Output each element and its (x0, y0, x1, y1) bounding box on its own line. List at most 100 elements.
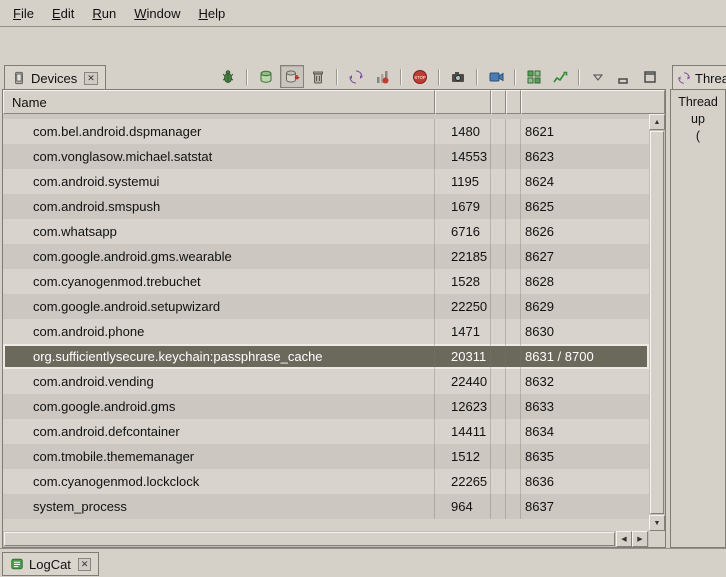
menu-file[interactable]: File (4, 3, 43, 24)
process-name-cell: com.android.defcontainer (3, 419, 435, 444)
table-row[interactable]: system_process9648637 (3, 494, 649, 519)
port-cell: 8629 (521, 294, 649, 319)
menubar: FileEditRunWindowHelp (0, 0, 726, 27)
table-row[interactable]: com.android.smspush1679 8625 (3, 194, 649, 219)
spacer-cell (491, 194, 506, 219)
spacer-cell (506, 119, 521, 144)
spacer-cell (491, 319, 506, 344)
minimize-icon[interactable] (612, 65, 636, 88)
device-icon (12, 71, 26, 85)
ddms-window: FileEditRunWindowHelp Devices ✕ STOP Nam… (0, 0, 726, 577)
table-row[interactable]: com.cyanogenmod.lockclock222658636 (3, 469, 649, 494)
screen-record-icon[interactable] (484, 65, 508, 88)
spacer-cell (506, 169, 521, 194)
pid-cell: 22185 (435, 244, 491, 269)
scroll-left-icon[interactable]: ◀ (616, 531, 632, 547)
table-row[interactable]: com.bel.android.dspmanager14808621 (3, 119, 649, 144)
horizontal-scroll-thumb[interactable] (4, 532, 615, 546)
pid-cell: 12623 (435, 394, 491, 419)
spacer-cell (491, 169, 506, 194)
column-header-name-label: Name (12, 95, 47, 110)
spacer-cell (506, 194, 521, 219)
table-row[interactable]: com.google.android.gms126238633 (3, 394, 649, 419)
port-cell: 8634 (521, 419, 649, 444)
table-row[interactable]: com.cyanogenmod.trebuchet15288628 (3, 269, 649, 294)
process-name-cell: com.tmobile.thememanager (3, 444, 435, 469)
column-header-pid[interactable] (435, 90, 491, 114)
spacer-cell (491, 219, 506, 244)
table-row[interactable]: com.android.phone14718630 (3, 319, 649, 344)
vertical-scroll-thumb[interactable] (650, 131, 664, 514)
port-cell: 8621 (521, 119, 649, 144)
systrace-icon[interactable] (548, 65, 572, 88)
table-row[interactable]: com.vonglasow.michael.satstat145538623 (3, 144, 649, 169)
spacer-cell (506, 419, 521, 444)
spacer-cell (506, 319, 521, 344)
horizontal-scrollbar[interactable]: ◀ ▶ (3, 531, 649, 547)
process-name-cell: com.vonglasow.michael.satstat (3, 144, 435, 169)
toolbar-separator (246, 69, 248, 85)
vertical-scrollbar[interactable]: ▲ ▼ (649, 114, 665, 531)
tab-logcat[interactable]: LogCat ✕ (2, 552, 99, 576)
spacer-cell (506, 394, 521, 419)
menu-run[interactable]: Run (83, 3, 125, 24)
scrollbar-corner (649, 531, 665, 547)
devices-content: Name com.bel.android.dspmanager14808621c… (2, 89, 666, 548)
pid-cell: 1679 (435, 194, 491, 219)
table-row[interactable]: com.tmobile.thememanager15128635 (3, 444, 649, 469)
column-header-name[interactable]: Name (3, 90, 435, 114)
process-name-cell: com.cyanogenmod.trebuchet (3, 269, 435, 294)
process-name-cell: com.whatsapp (3, 219, 435, 244)
table-header: Name (3, 90, 665, 114)
update-heap-icon[interactable] (254, 65, 278, 88)
tab-threads[interactable]: Threa (672, 65, 726, 90)
port-cell: 8625 (521, 194, 649, 219)
close-icon[interactable]: ✕ (84, 72, 98, 85)
table-row-selected[interactable]: org.sufficientlysecure.keychain:passphra… (3, 344, 649, 369)
toolbar-separator (438, 69, 440, 85)
table-row[interactable]: com.google.android.gms.wearable221858627 (3, 244, 649, 269)
table-row[interactable]: com.whatsapp67168626 (3, 219, 649, 244)
maximize-icon[interactable] (638, 65, 662, 88)
column-header-spacer-2[interactable] (506, 90, 521, 114)
port-cell: 8631 / 8700 (521, 344, 649, 369)
column-header-spacer-1[interactable] (491, 90, 506, 114)
spacer-cell (491, 394, 506, 419)
process-name-cell: com.android.smspush (3, 194, 435, 219)
table-row[interactable]: com.google.android.setupwizard222508629 (3, 294, 649, 319)
spacer-cell (506, 444, 521, 469)
debug-icon[interactable] (216, 65, 240, 88)
menu-edit[interactable]: Edit (43, 3, 83, 24)
port-cell: 8632 (521, 369, 649, 394)
cause-gc-icon[interactable] (306, 65, 330, 88)
spacer-cell (491, 244, 506, 269)
capture-view-icon[interactable] (522, 65, 546, 88)
dump-hprof-icon[interactable] (280, 65, 304, 88)
toolbar-separator (476, 69, 478, 85)
port-cell: 8637 (521, 494, 649, 519)
spacer-cell (506, 269, 521, 294)
port-cell: 8630 (521, 319, 649, 344)
menu-window[interactable]: Window (125, 3, 189, 24)
update-threads-icon[interactable] (344, 65, 368, 88)
table-row[interactable]: com.android.systemui11958624 (3, 169, 649, 194)
spacer-cell (506, 294, 521, 319)
view-menu-icon[interactable] (586, 65, 610, 88)
scroll-right-icon[interactable]: ▶ (632, 531, 648, 547)
table-row[interactable]: com.android.vending224408632 (3, 369, 649, 394)
scroll-up-icon[interactable]: ▲ (649, 114, 665, 130)
method-profiling-icon[interactable] (370, 65, 394, 88)
spacer-cell (491, 294, 506, 319)
column-header-port[interactable] (521, 90, 665, 114)
screen-capture-icon[interactable] (446, 65, 470, 88)
tab-devices[interactable]: Devices ✕ (4, 65, 106, 90)
stop-process-icon[interactable]: STOP (408, 65, 432, 88)
scroll-down-icon[interactable]: ▼ (649, 515, 665, 531)
close-icon[interactable]: ✕ (78, 558, 92, 571)
pid-cell: 1195 (435, 169, 491, 194)
pid-cell: 14411 (435, 419, 491, 444)
table-row[interactable]: com.android.defcontainer14411 8634 (3, 419, 649, 444)
pid-cell: 14553 (435, 144, 491, 169)
menu-help[interactable]: Help (189, 3, 234, 24)
spacer-cell (506, 469, 521, 494)
